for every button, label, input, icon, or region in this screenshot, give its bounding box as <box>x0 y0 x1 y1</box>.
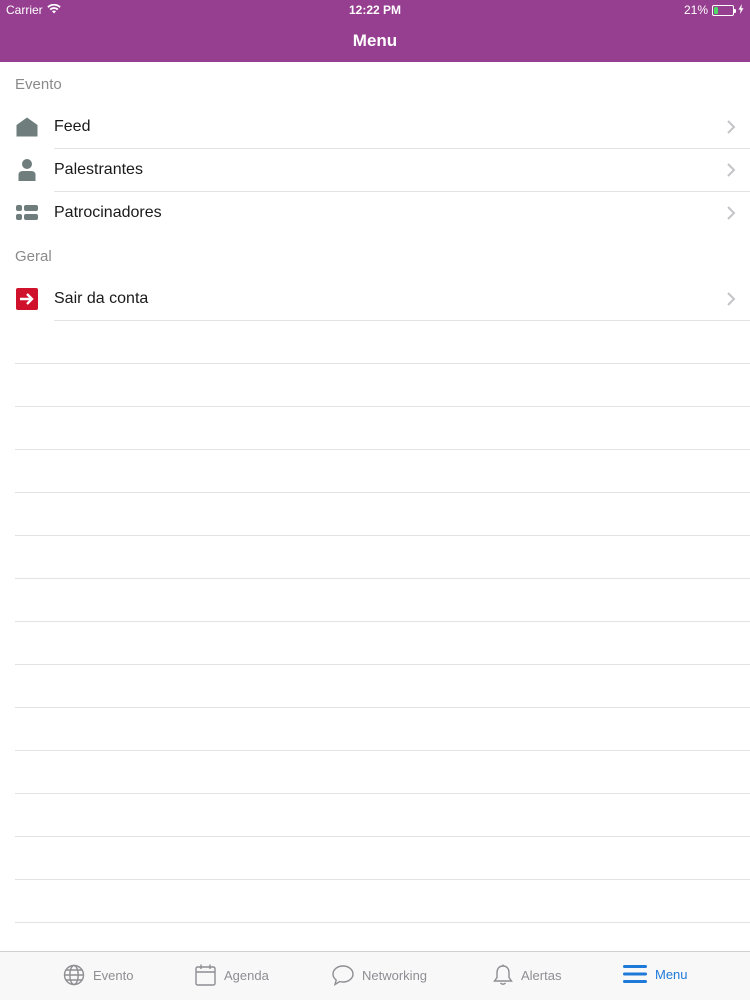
menu-item-patrocinadores[interactable]: Patrocinadores <box>0 192 750 235</box>
menu-item-label: Feed <box>54 118 91 135</box>
tab-networking[interactable]: Networking <box>332 964 427 986</box>
empty-row-separator <box>15 621 750 622</box>
empty-row-separator <box>15 750 750 751</box>
menu-item-palestrantes[interactable]: Palestrantes <box>0 149 750 192</box>
section-header-evento: Evento <box>15 76 62 93</box>
empty-row-separator <box>15 578 750 579</box>
empty-row-separator <box>15 793 750 794</box>
tab-menu[interactable]: Menu <box>623 964 688 984</box>
menu-item-feed[interactable]: Feed <box>0 106 750 149</box>
logout-icon <box>16 288 38 310</box>
navigation-bar: Carrier 12:22 PM 21% Menu <box>0 0 750 62</box>
menu-item-label: Patrocinadores <box>54 204 162 221</box>
empty-row-separator <box>15 879 750 880</box>
person-icon <box>16 159 38 181</box>
charging-icon <box>738 3 744 17</box>
tab-label: Networking <box>362 967 428 983</box>
empty-row-separator <box>15 707 750 708</box>
status-right: 21% <box>684 3 744 17</box>
bell-icon <box>493 964 513 986</box>
empty-row-separator <box>15 492 750 493</box>
tab-label: Menu <box>655 966 688 982</box>
calendar-icon <box>195 964 216 986</box>
empty-row-separator <box>15 363 750 364</box>
list-icon <box>16 202 38 224</box>
tab-label: Alertas <box>521 967 562 983</box>
battery-level <box>714 6 718 14</box>
chevron-right-icon <box>724 291 738 307</box>
chevron-right-icon <box>724 119 738 135</box>
hamburger-icon <box>623 964 647 984</box>
section-header-geral: Geral <box>15 248 52 265</box>
tab-agenda[interactable]: Agenda <box>195 964 269 986</box>
globe-icon <box>63 964 85 986</box>
page-title: Menu <box>352 31 398 50</box>
empty-row-separator <box>15 449 750 450</box>
empty-row-separator <box>15 664 750 665</box>
home-icon <box>16 116 38 138</box>
menu-item-label: Sair da conta <box>54 290 149 307</box>
menu-item-sair-da-conta[interactable]: Sair da conta <box>0 278 750 321</box>
battery-icon <box>712 4 736 16</box>
menu-item-label: Palestrantes <box>54 161 143 178</box>
tab-label: Evento <box>93 967 134 983</box>
tab-label: Agenda <box>224 967 269 983</box>
chevron-right-icon <box>724 162 738 178</box>
empty-row-separator <box>15 535 750 536</box>
tab-alertas[interactable]: Alertas <box>493 964 561 986</box>
empty-row-separator <box>15 406 750 407</box>
status-bar: Carrier 12:22 PM 21% <box>0 0 750 20</box>
empty-row-separator <box>15 922 750 923</box>
chevron-right-icon <box>724 205 738 221</box>
row-separator <box>54 320 750 321</box>
status-time: 12:22 PM <box>348 3 402 17</box>
tab-evento[interactable]: Evento <box>63 964 133 986</box>
chat-bubble-icon <box>332 964 354 986</box>
empty-row-separator <box>15 836 750 837</box>
battery-percent: 21% <box>683 3 708 17</box>
tab-bar: Evento Agenda Networking Alertas Menu <box>0 951 750 1000</box>
